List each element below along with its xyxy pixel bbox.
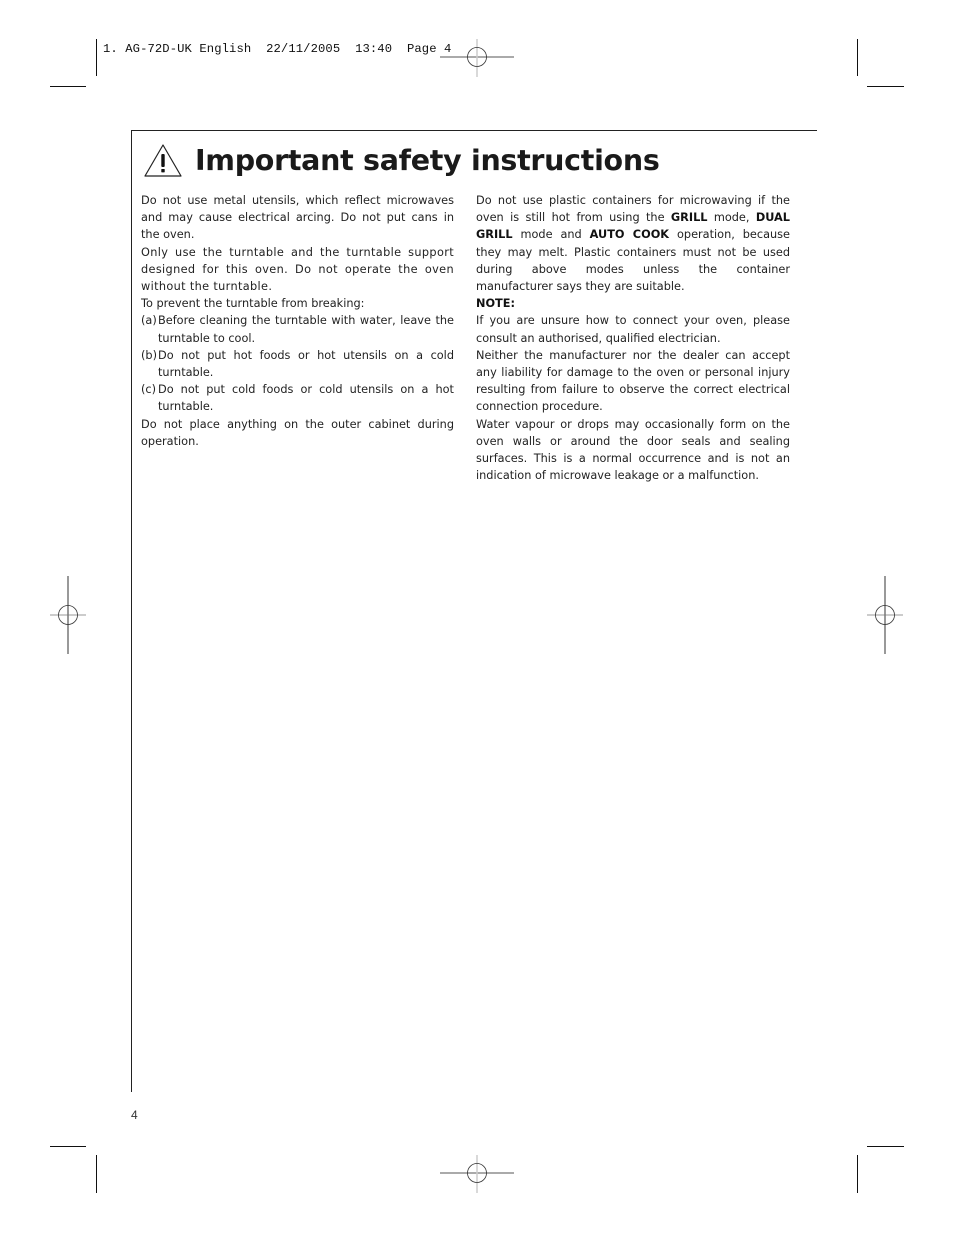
- list-item: (a) Before cleaning the turntable with w…: [141, 312, 454, 346]
- crop-mark-top-left-vertical: [96, 39, 97, 76]
- list-item-label: (a): [141, 314, 157, 328]
- crop-mark-top-left-horizontal: [50, 86, 86, 87]
- text-run: mode and: [512, 228, 590, 242]
- paragraph-turntable-breaking: To prevent the turntable from breaking:: [141, 297, 365, 311]
- paragraph-metal-utensils: Do not use metal utensils, which reflect…: [141, 194, 454, 242]
- warning-triangle-icon: [144, 144, 182, 177]
- page-title: Important safety instructions: [195, 144, 660, 177]
- mode-grill: GRILL: [670, 211, 708, 225]
- printer-slug: 1. AG-72D-UK English 22/11/2005 13:40 Pa…: [103, 42, 452, 56]
- crop-mark-bottom-right-horizontal: [867, 1146, 904, 1147]
- crop-mark-bottom-left-horizontal: [50, 1146, 86, 1147]
- page-number: 4: [131, 1108, 138, 1122]
- list-item: (c) Do not put cold foods or cold utensi…: [141, 381, 454, 415]
- note-label-text: NOTE:: [476, 297, 515, 311]
- crop-mark-bottom-left-vertical: [96, 1155, 97, 1193]
- list-item-text: Do not put hot foods or hot utensils on …: [158, 348, 454, 380]
- registration-mark-top-icon: [440, 39, 514, 77]
- note-label: NOTE:: [476, 295, 790, 312]
- paragraph-plastic-containers: Do not use plastic containers for microw…: [476, 192, 790, 295]
- list-item: (b) Do not put hot foods or hot utensils…: [141, 347, 454, 381]
- paragraph-water-vapour: Water vapour or drops may occasionally f…: [476, 417, 790, 483]
- paragraph-liability: Neither the manufacturer nor the dealer …: [476, 348, 790, 414]
- page-frame-left-rule: [131, 130, 132, 1092]
- list-item-text: Do not put cold foods or cold utensils o…: [158, 383, 454, 414]
- paragraph-turntable-support: Only use the turntable and the turntable…: [141, 245, 454, 294]
- list-item-label: (b): [141, 348, 157, 362]
- left-column: Do not use metal utensils, which reflect…: [141, 192, 454, 450]
- paragraph-connect-oven: If you are unsure how to connect your ov…: [476, 314, 790, 345]
- page-frame-top-rule: [131, 130, 817, 131]
- text-run: mode,: [707, 211, 756, 225]
- crop-mark-top-right-vertical: [857, 39, 858, 76]
- page-header: Important safety instructions: [143, 141, 660, 181]
- registration-mark-bottom-icon: [440, 1155, 514, 1193]
- registration-mark-left-icon: [50, 576, 86, 654]
- mode-auto-cook: AUTO COOK: [589, 228, 670, 242]
- registration-mark-right-icon: [867, 576, 903, 654]
- list-item-label: (c): [141, 383, 157, 397]
- list-item-text: Before cleaning the turntable with water…: [158, 314, 454, 345]
- right-column: Do not use plastic containers for microw…: [476, 192, 790, 484]
- crop-mark-bottom-right-vertical: [857, 1155, 858, 1193]
- paragraph-outer-cabinet: Do not place anything on the outer cabin…: [141, 417, 454, 448]
- crop-mark-top-right-horizontal: [867, 86, 904, 87]
